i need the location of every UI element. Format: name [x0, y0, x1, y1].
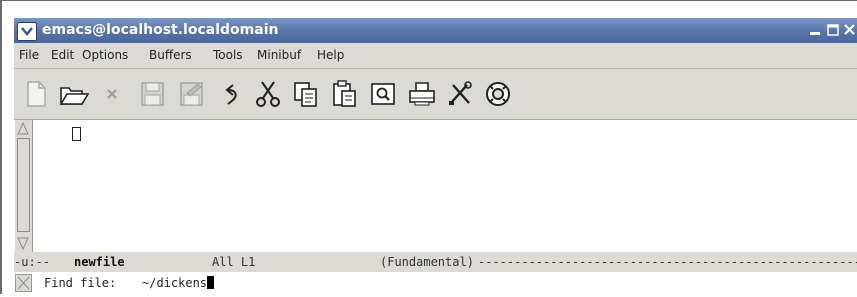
toolbar: [14, 69, 857, 120]
maximize-icon[interactable]: [825, 22, 841, 38]
text-cursor: [72, 127, 81, 141]
title-bar[interactable]: emacs@localhost.localdomain: [14, 18, 857, 43]
modeline-fill: ----------------------------------------…: [478, 255, 857, 269]
copy-icon[interactable]: [290, 79, 322, 109]
menu-edit[interactable]: Edit: [51, 48, 74, 63]
menu-buffers[interactable]: Buffers: [149, 48, 192, 63]
new-file-icon[interactable]: [20, 79, 52, 109]
menu-bar: File Edit Options Buffers Tools Minibuf …: [14, 43, 857, 69]
preferences-icon[interactable]: [445, 79, 477, 109]
modeline-buffer-name: newfile: [74, 255, 125, 269]
close-buffer-icon[interactable]: [96, 79, 128, 109]
cut-icon[interactable]: [252, 79, 284, 109]
find-file-input[interactable]: ~/dickens: [142, 273, 215, 293]
mode-line: -u:-- newfile All L1 (Fundamental) -----…: [14, 252, 857, 272]
modeline-status: -u:--: [14, 255, 51, 269]
save-icon[interactable]: [136, 79, 168, 109]
save-as-icon[interactable]: [175, 79, 207, 109]
menu-help[interactable]: Help: [317, 48, 344, 63]
undo-icon[interactable]: [214, 79, 246, 109]
emacs-window: emacs@localhost.localdomain File Edit Op…: [14, 18, 857, 294]
search-icon[interactable]: [368, 79, 400, 109]
menu-tools[interactable]: Tools: [213, 48, 243, 63]
editor-scrollbar[interactable]: [15, 120, 33, 252]
close-icon[interactable]: [842, 22, 857, 38]
modeline-major-mode: (Fundamental): [380, 255, 474, 269]
open-folder-icon[interactable]: [58, 79, 90, 109]
menu-options[interactable]: Options: [82, 48, 128, 63]
paste-icon[interactable]: [328, 79, 360, 109]
print-icon[interactable]: [406, 79, 438, 109]
scrollbar-thumb[interactable]: [17, 138, 30, 232]
minibuffer-prompt: Find file:: [44, 276, 117, 290]
find-file-value: ~/dickens: [142, 276, 208, 290]
minimize-icon[interactable]: [807, 22, 823, 38]
window-menu-icon[interactable]: [17, 22, 37, 41]
menu-minibuf[interactable]: Minibuf: [257, 48, 301, 63]
modeline-position: All L1: [212, 255, 256, 269]
minibuffer-scrollbar: [15, 274, 32, 292]
help-icon[interactable]: [482, 79, 514, 109]
minibuffer[interactable]: Find file: ~/dickens: [14, 272, 857, 294]
window-title: emacs@localhost.localdomain: [42, 22, 279, 38]
minibuffer-caret: [207, 276, 215, 289]
menu-file[interactable]: File: [19, 48, 39, 63]
editor-text-area[interactable]: [14, 120, 857, 252]
